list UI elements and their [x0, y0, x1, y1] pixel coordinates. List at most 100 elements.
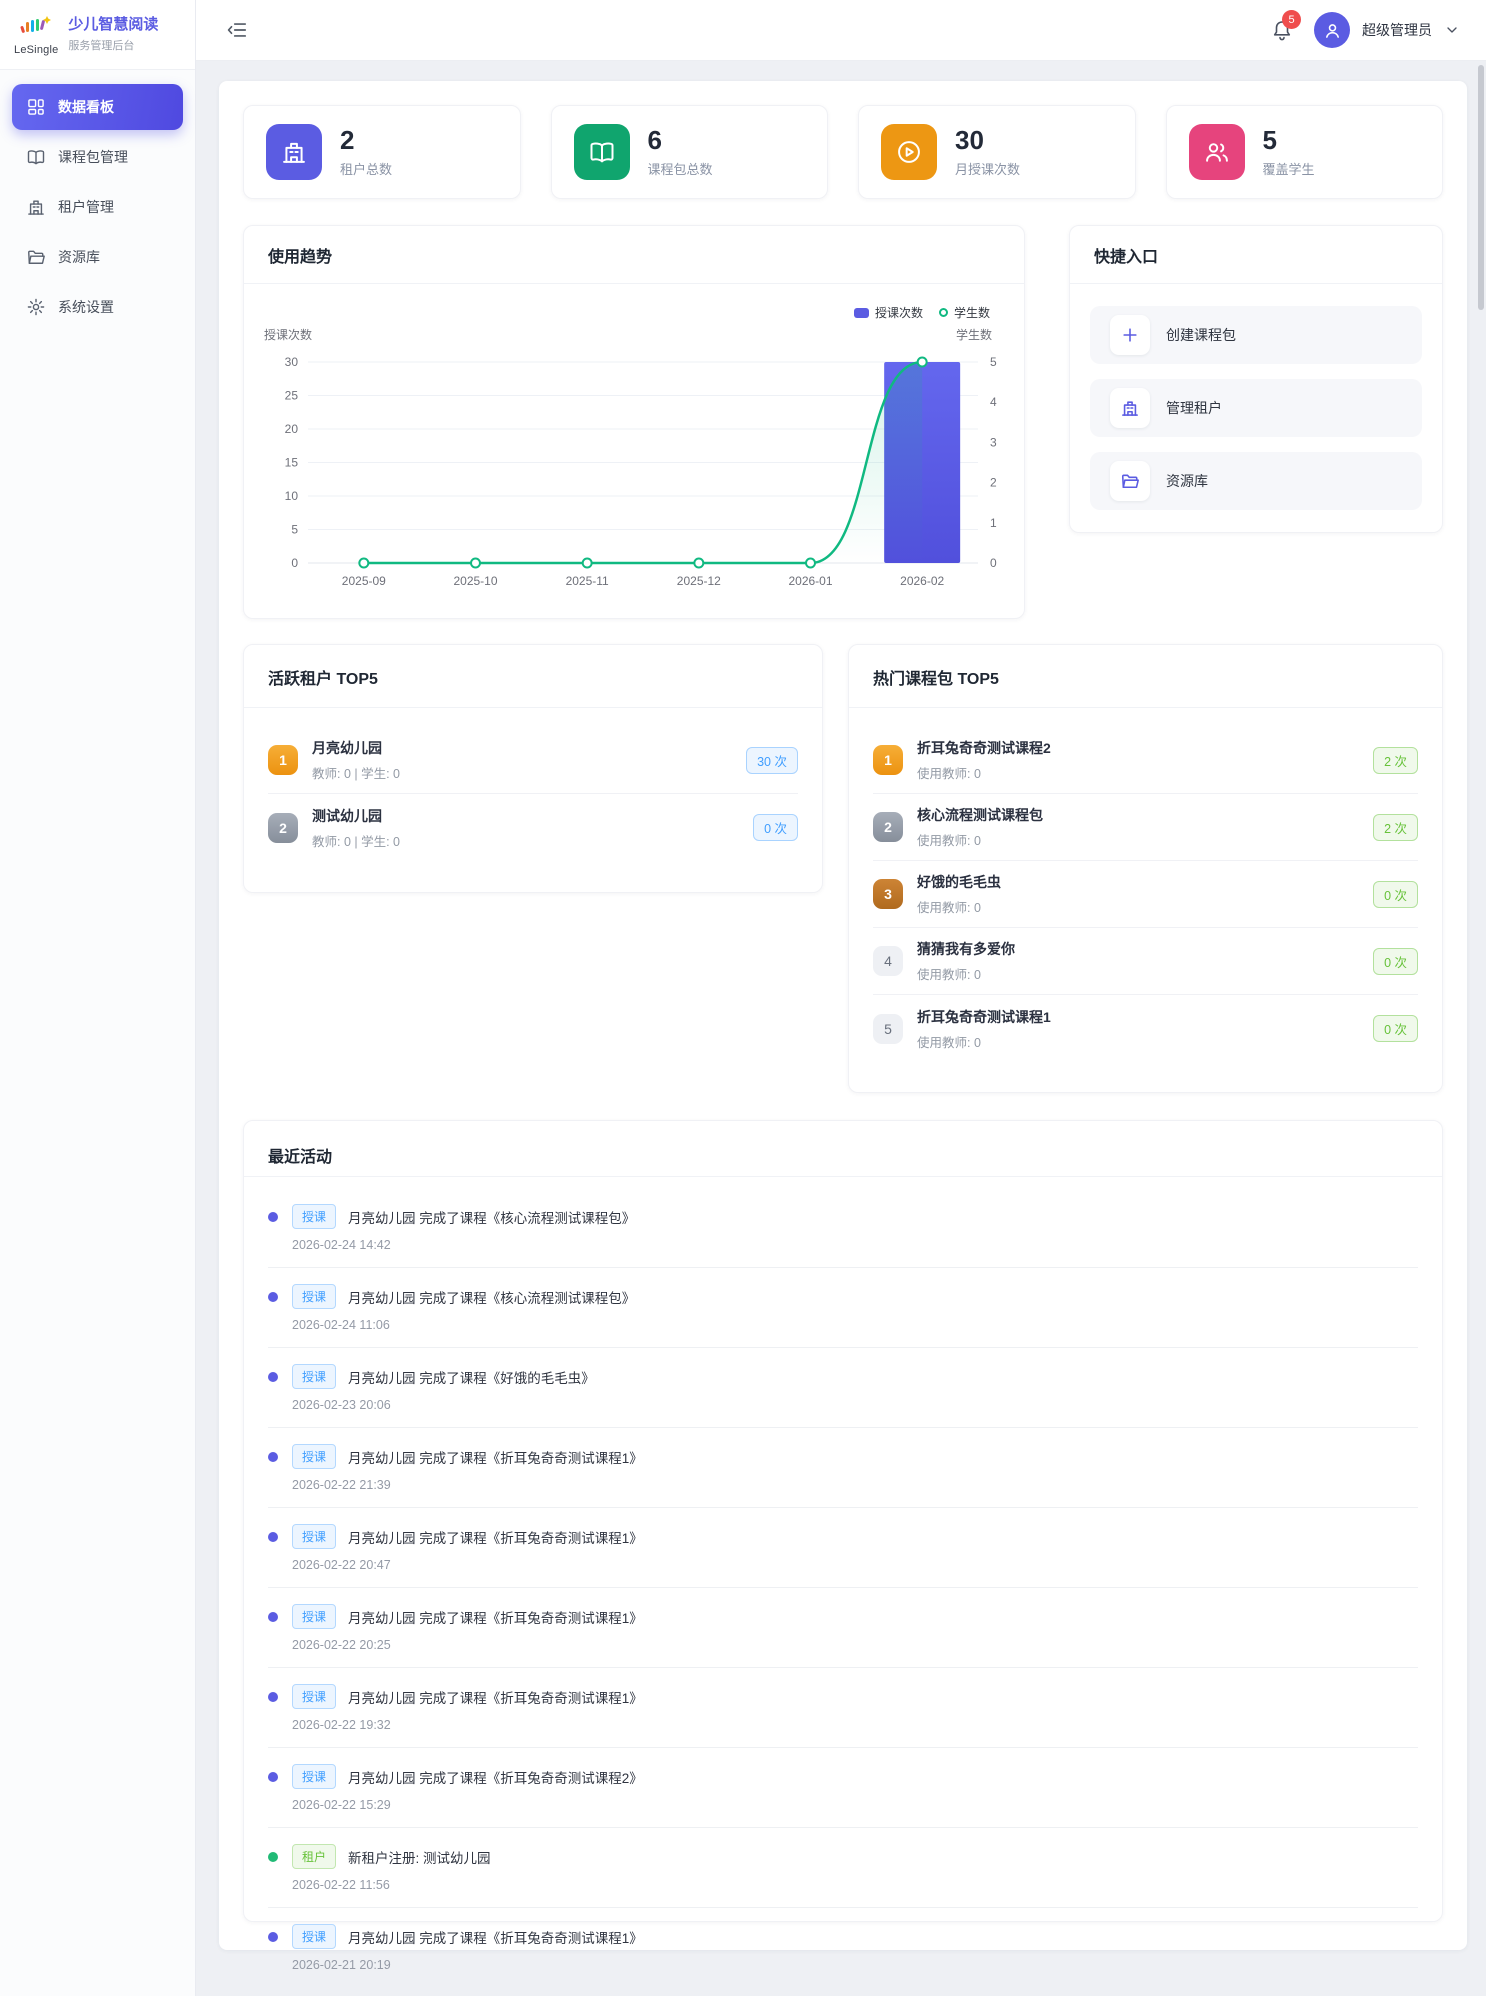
notification-badge: 5 [1282, 10, 1301, 29]
content-panel: 2租户总数6课程包总数30月授课次数5覆盖学生 使用趋势 05101520253… [219, 81, 1467, 1950]
main-content: 2租户总数6课程包总数30月授课次数5覆盖学生 使用趋势 05101520253… [196, 61, 1486, 1996]
sidebar-item-label: 租户管理 [58, 197, 114, 217]
svg-text:2026-01: 2026-01 [788, 574, 832, 588]
rank-badge: 4 [873, 946, 903, 976]
activity-row: 授课月亮幼儿园 完成了课程《折耳兔奇奇测试课程1》2026-02-22 20:4… [268, 1508, 1418, 1588]
play-circle-icon [881, 124, 937, 180]
quick-entry-card: 快捷入口 创建课程包管理租户资源库 [1069, 225, 1443, 533]
svg-text:2: 2 [990, 476, 997, 490]
activity-time: 2026-02-22 20:25 [292, 1638, 1418, 1652]
stat-card-2: 30月授课次数 [858, 105, 1136, 199]
quick-entry-2[interactable]: 资源库 [1090, 452, 1422, 510]
rank-badge: 2 [873, 812, 903, 842]
sidebar-item-3[interactable]: 资源库 [12, 234, 183, 280]
item-name: 猜猜我有多爱你 [917, 939, 1015, 959]
svg-text:2025-09: 2025-09 [342, 574, 386, 588]
legend-item[interactable]: 学生数 [939, 304, 990, 321]
sidebar-item-4[interactable]: 系统设置 [12, 284, 183, 330]
svg-text:15: 15 [285, 456, 299, 470]
notification-bell[interactable]: 5 [1270, 18, 1294, 42]
topbar: 5 超级管理员 [196, 0, 1486, 61]
count-badge: 2 次 [1373, 814, 1418, 841]
sidebar-item-1[interactable]: 课程包管理 [12, 134, 183, 180]
usage-trend-card: 使用趋势 0510152025300123452025-092025-10202… [243, 225, 1025, 619]
activity-time: 2026-02-22 19:32 [292, 1718, 1418, 1732]
quick-entry-title: 快捷入口 [1094, 243, 1158, 267]
active-tenants-title: 活跃租户 TOP5 [268, 665, 378, 689]
item-meta: 使用教师: 0 [917, 763, 1051, 782]
activity-time: 2026-02-22 15:29 [292, 1798, 1418, 1812]
activity-text: 月亮幼儿园 完成了课程《核心流程测试课程包》 [348, 1207, 635, 1227]
activity-dot [268, 1452, 278, 1462]
activity-time: 2026-02-22 21:39 [292, 1478, 1418, 1492]
stats-row: 2租户总数6课程包总数30月授课次数5覆盖学生 [243, 105, 1443, 199]
activity-tag: 租户 [292, 1844, 336, 1869]
folder-icon [26, 247, 46, 267]
activity-text: 月亮幼儿园 完成了课程《核心流程测试课程包》 [348, 1287, 635, 1307]
activity-tag: 授课 [292, 1604, 336, 1629]
count-badge: 2 次 [1373, 747, 1418, 774]
activity-row: 租户新租户注册: 测试幼儿园2026-02-22 11:56 [268, 1828, 1418, 1908]
active-tenants-list: 1月亮幼儿园教师: 0 | 学生: 030 次2测试幼儿园教师: 0 | 学生:… [268, 707, 798, 861]
sidebar-collapse-icon[interactable] [226, 19, 248, 41]
legend-bar-marker [854, 308, 869, 318]
item-meta: 使用教师: 0 [917, 830, 1043, 849]
activity-tag: 授课 [292, 1764, 336, 1789]
username[interactable]: 超级管理员 [1362, 20, 1432, 40]
activity-text: 月亮幼儿园 完成了课程《折耳兔奇奇测试课程1》 [348, 1447, 643, 1467]
activity-dot [268, 1932, 278, 1942]
svg-text:2025-12: 2025-12 [677, 574, 721, 588]
svg-text:25: 25 [285, 389, 299, 403]
right-axis-name: 学生数 [956, 326, 992, 343]
activity-row: 授课月亮幼儿园 完成了课程《折耳兔奇奇测试课程1》2026-02-22 21:3… [268, 1428, 1418, 1508]
activity-tag: 授课 [292, 1364, 336, 1389]
top5-row: 1月亮幼儿园教师: 0 | 学生: 030 次 [268, 727, 798, 794]
app-title: 少儿智慧阅读 [68, 16, 158, 35]
svg-text:0: 0 [990, 556, 997, 570]
quick-entry-label: 管理租户 [1166, 398, 1222, 418]
folder-icon [1110, 461, 1150, 501]
svg-text:3: 3 [990, 435, 997, 449]
sidebar-item-0[interactable]: 数据看板 [12, 84, 183, 130]
stat-label: 租户总数 [340, 159, 392, 178]
book-icon [574, 124, 630, 180]
stat-card-3: 5覆盖学生 [1166, 105, 1444, 199]
plus-icon [1110, 315, 1150, 355]
svg-text:2026-02: 2026-02 [900, 574, 944, 588]
legend-item[interactable]: 授课次数 [854, 304, 923, 321]
sidebar-item-2[interactable]: 租户管理 [12, 184, 183, 230]
activity-dot [268, 1372, 278, 1382]
scrollbar[interactable] [1478, 65, 1484, 310]
activity-row: 授课月亮幼儿园 完成了课程《折耳兔奇奇测试课程1》 2026-02-22 20:2… [268, 1588, 1418, 1668]
quick-entry-label: 资源库 [1166, 471, 1208, 491]
building-icon [26, 197, 46, 217]
rank-badge: 3 [873, 879, 903, 909]
activity-row: 授课月亮幼儿园 完成了课程《核心流程测试课程包》2026-02-24 14:42 [268, 1188, 1418, 1268]
activity-tag: 授课 [292, 1684, 336, 1709]
stat-card-1: 6课程包总数 [551, 105, 829, 199]
quick-entry-1[interactable]: 管理租户 [1090, 379, 1422, 437]
usage-trend-chart: 0510152025300123452025-092025-102025-112… [244, 226, 1024, 618]
quick-entry-list: 创建课程包管理租户资源库 [1090, 306, 1422, 525]
activity-row: 授课月亮幼儿园 完成了课程《折耳兔奇奇测试课程1》2026-02-22 19:3… [268, 1668, 1418, 1748]
stat-label: 覆盖学生 [1263, 159, 1315, 178]
activity-row: 授课月亮幼儿园 完成了课程《折耳兔奇奇测试课程2》2026-02-22 15:2… [268, 1748, 1418, 1828]
building-icon [1110, 388, 1150, 428]
activity-dot [268, 1612, 278, 1622]
activity-text: 月亮幼儿园 完成了课程《折耳兔奇奇测试课程1》 [348, 1607, 643, 1627]
stat-value: 30 [955, 126, 1020, 155]
avatar[interactable] [1314, 12, 1350, 48]
chevron-down-icon[interactable] [1444, 22, 1460, 38]
activity-time: 2026-02-22 11:56 [292, 1878, 1418, 1892]
sidebar-item-label: 数据看板 [58, 97, 114, 117]
item-meta: 教师: 0 | 学生: 0 [312, 831, 400, 850]
sidebar-menu: 数据看板课程包管理租户管理资源库系统设置 [0, 70, 195, 348]
activity-dot [268, 1292, 278, 1302]
top5-row: 2测试幼儿园教师: 0 | 学生: 00 次 [268, 794, 798, 861]
svg-text:30: 30 [285, 355, 299, 369]
quick-entry-0[interactable]: 创建课程包 [1090, 306, 1422, 364]
recent-activity-list: 授课月亮幼儿园 完成了课程《核心流程测试课程包》2026-02-24 14:42… [268, 1176, 1418, 1987]
quick-entry-label: 创建课程包 [1166, 325, 1236, 345]
sidebar-item-label: 资源库 [58, 247, 100, 267]
activity-dot [268, 1212, 278, 1222]
